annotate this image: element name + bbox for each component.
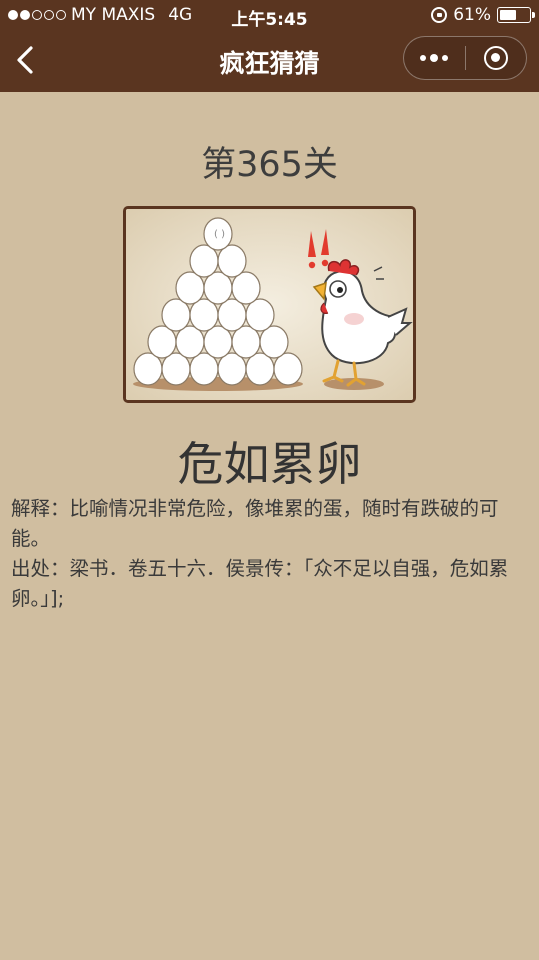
egg-pyramid-chicken-illustration: ( )	[126, 209, 413, 400]
puzzle-image: ( )	[123, 206, 416, 403]
more-dots-icon	[420, 54, 449, 62]
target-circle-icon	[483, 46, 508, 70]
rotation-lock-icon	[431, 7, 448, 23]
explanation-block: 解释：比喻情况非常危险，像堆累的蛋，随时有跌破的可能。 出处：梁书．卷五十六．侯…	[11, 494, 527, 614]
battery-percent: 61%	[453, 5, 491, 25]
level-title: 第365关	[201, 145, 338, 185]
close-button[interactable]	[466, 37, 527, 79]
top-bar: MY MAXIS 4G 上午5:45 61% 疯狂猜猜	[0, 0, 539, 92]
status-right: 61%	[431, 5, 535, 25]
status-bar: MY MAXIS 4G 上午5:45 61%	[0, 0, 539, 30]
answer-idiom: 危如累卵	[177, 437, 362, 491]
battery-icon	[497, 7, 535, 23]
mini-program-capsule	[403, 36, 527, 80]
explanation-source: 出处：梁书．卷五十六．侯景传：「众不足以自强，危如累卵。」];	[11, 557, 509, 610]
svg-text:( ): ( )	[214, 229, 225, 240]
explanation-meaning: 解释：比喻情况非常危险，像堆累的蛋，随时有跌破的可能。	[11, 497, 499, 550]
more-button[interactable]	[404, 37, 465, 79]
